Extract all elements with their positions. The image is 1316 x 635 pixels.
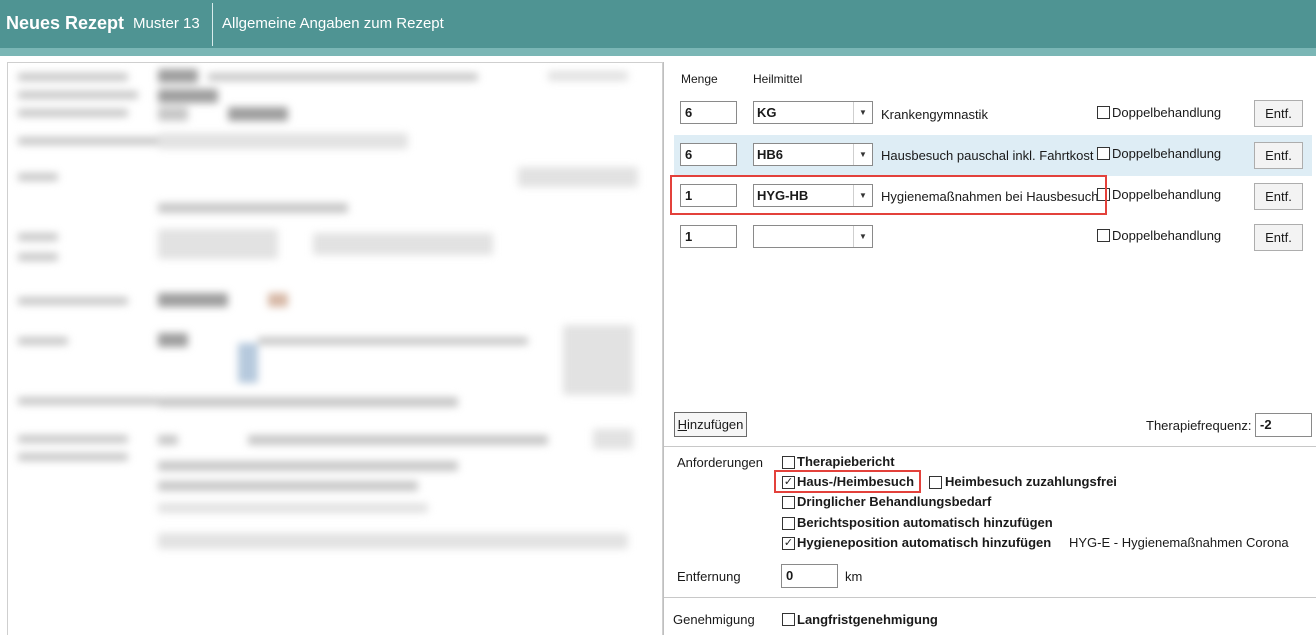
title-bar: Neues Rezept Muster 13 Allgemeine Angabe… [0, 0, 1316, 56]
chevron-down-icon[interactable]: ▼ [853, 226, 872, 247]
approval-label: Genehmigung [673, 612, 755, 627]
hygiene-position-checkbox[interactable]: ✓ [782, 537, 795, 550]
quantity-input[interactable]: 1 [680, 225, 737, 248]
column-header-menge: Menge [681, 72, 718, 86]
remedy-code: KG [757, 105, 777, 120]
distance-input[interactable]: 0 [781, 564, 838, 588]
checkmark-icon: ✓ [783, 537, 794, 549]
quantity-input[interactable]: 6 [680, 101, 737, 124]
remove-button[interactable]: Entf. [1254, 183, 1303, 210]
double-treatment-checkbox[interactable] [1097, 106, 1110, 119]
therapy-frequency-label: Therapiefrequenz: [1146, 418, 1252, 433]
section-title: Allgemeine Angaben zum Rezept [222, 15, 444, 32]
blurred-content [8, 63, 662, 635]
therapy-report-checkbox[interactable] [782, 456, 795, 469]
form-type-label: Muster 13 [133, 15, 200, 32]
double-treatment-label: Doppelbehandlung [1112, 228, 1222, 243]
therapy-report-label: Therapiebericht [797, 454, 895, 469]
remedy-dropdown[interactable]: HB6 ▼ [753, 143, 873, 166]
remove-button[interactable]: Entf. [1254, 224, 1303, 251]
add-remedy-button[interactable]: Hinzufügen [674, 412, 747, 437]
section-divider [664, 446, 1316, 447]
annotation-highlight-box [774, 470, 921, 493]
remedy-description: Krankengymnastik [881, 107, 988, 122]
hygiene-position-label: Hygieneposition automatisch hinzufügen [797, 535, 1052, 550]
double-treatment-checkbox[interactable] [1097, 147, 1110, 160]
distance-label: Entfernung [677, 569, 741, 584]
hygiene-position-info: HYG-E - Hygienemaßnahmen Corona [1069, 535, 1289, 550]
remedy-description: Hausbesuch pauschal inkl. Fahrtkost [881, 148, 1094, 163]
section-divider [664, 597, 1316, 598]
quantity-input[interactable]: 6 [680, 143, 737, 166]
remedy-code: HB6 [757, 147, 784, 162]
double-treatment-label: Doppelbehandlung [1112, 146, 1222, 161]
urgent-treatment-checkbox[interactable] [782, 496, 795, 509]
long-term-approval-checkbox[interactable] [782, 613, 795, 626]
patient-details-panel-blurred [7, 62, 663, 635]
page-title: Neues Rezept [6, 13, 125, 33]
report-position-checkbox[interactable] [782, 517, 795, 530]
chevron-down-icon[interactable]: ▼ [853, 144, 872, 165]
annotation-highlight-box [670, 175, 1107, 215]
double-treatment-label: Doppelbehandlung [1112, 187, 1222, 202]
remove-button[interactable]: Entf. [1254, 100, 1303, 127]
care-home-free-label: Heimbesuch zuzahlungsfrei [945, 474, 1117, 489]
therapy-frequency-input[interactable]: -2 [1255, 413, 1312, 437]
panel-divider [663, 62, 664, 635]
urgent-treatment-label: Dringlicher Behandlungsbedarf [797, 494, 992, 509]
title-separator [212, 3, 213, 46]
remedy-dropdown[interactable]: ▼ [753, 225, 873, 248]
double-treatment-label: Doppelbehandlung [1112, 105, 1222, 120]
report-position-label: Berichtsposition automatisch hinzufügen [797, 515, 1053, 530]
long-term-approval-label: Langfristgenehmigung [797, 612, 938, 627]
remedy-dropdown[interactable]: KG ▼ [753, 101, 873, 124]
care-home-free-checkbox[interactable] [929, 476, 942, 489]
double-treatment-checkbox[interactable] [1097, 229, 1110, 242]
column-header-heilmittel: Heilmittel [753, 72, 803, 86]
remove-button[interactable]: Entf. [1254, 142, 1303, 169]
chevron-down-icon[interactable]: ▼ [853, 102, 872, 123]
requirements-label: Anforderungen [677, 455, 764, 470]
distance-unit: km [845, 569, 863, 584]
